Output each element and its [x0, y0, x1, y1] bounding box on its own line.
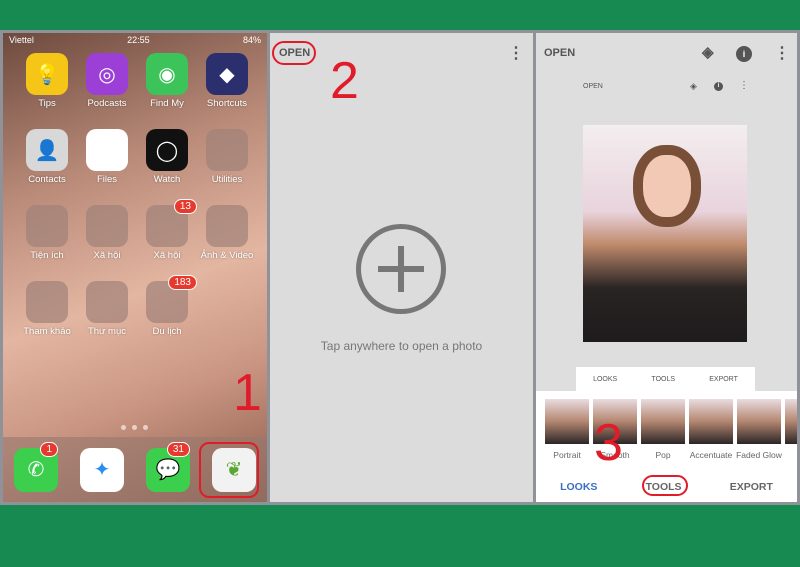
app-label: Podcasts: [87, 98, 127, 109]
app-icon[interactable]: Files: [77, 129, 137, 185]
tab-strip: LOOKS TOOLS EXPORT: [576, 367, 755, 391]
page-dots[interactable]: [121, 425, 148, 430]
find-my-icon: ◉: [146, 53, 188, 95]
app-icon[interactable]: Tham khảo: [17, 281, 77, 337]
app-icon[interactable]: ◆ Shortcuts: [197, 53, 257, 109]
look-preview: [785, 399, 797, 444]
app-label: Xã hội: [93, 250, 121, 261]
step-number: 1: [233, 364, 262, 422]
contacts-icon: 👤: [26, 129, 68, 171]
app-icon[interactable]: Ảnh & Video: [197, 205, 257, 261]
app-icon[interactable]: Utilities: [197, 129, 257, 185]
dock-app[interactable]: 💬 31: [146, 441, 190, 492]
folder-icon: [86, 205, 128, 247]
app-label: Find My: [150, 98, 184, 109]
look-label: Pop: [655, 450, 671, 460]
app-icon[interactable]: ◎ Podcasts: [77, 53, 137, 109]
tab-export[interactable]: EXPORT: [709, 376, 738, 383]
app-icon[interactable]: 💡 Tips: [17, 53, 77, 109]
add-photo-icon[interactable]: [356, 224, 446, 314]
photo-preview: [583, 125, 747, 342]
look-thumbnail[interactable]: M: [785, 399, 797, 460]
look-thumbnail[interactable]: Portrait: [545, 399, 589, 460]
app-label: Tham khảo: [23, 326, 71, 337]
look-thumbnail[interactable]: Faded Glow: [736, 399, 782, 460]
highlight-ring: [642, 475, 688, 496]
app-label: Watch: [153, 174, 181, 185]
snapseed-editor: OPEN ◈ i ⋮ OPEN ◈ i ⋮ LOOKS TOOLS EXPORT…: [536, 33, 797, 502]
tab-tools[interactable]: TOOLS: [651, 376, 675, 383]
carrier: Viettel: [9, 35, 34, 45]
app-icon[interactable]: Xã hội: [77, 205, 137, 261]
app-icon[interactable]: ◉ Find My: [137, 53, 197, 109]
look-label: Portrait: [553, 450, 581, 460]
dock-app[interactable]: ✦: [80, 447, 124, 492]
open-hint: Tap anywhere to open a photo: [320, 339, 483, 353]
app-icon[interactable]: Thư mục: [77, 281, 137, 337]
app-label: Ảnh & Video: [200, 250, 254, 261]
step-number: 3: [594, 414, 623, 472]
nav-looks[interactable]: LOOKS: [560, 481, 597, 493]
dock-app[interactable]: ✆ 1: [14, 441, 58, 492]
app-label: Tiện ích: [30, 250, 64, 261]
info-icon-small: i: [714, 82, 723, 91]
app-label: Du lịch: [152, 326, 182, 337]
folder-icon: [26, 205, 68, 247]
app-label: Shortcuts: [206, 98, 248, 109]
app-icon[interactable]: 👤 Contacts: [17, 129, 77, 185]
app-label: Utilities: [211, 174, 243, 185]
look-preview: [689, 399, 733, 444]
folder-icon: [206, 205, 248, 247]
layers-icon[interactable]: ◈: [702, 43, 714, 61]
highlight-ring: [272, 41, 316, 65]
info-icon[interactable]: i: [736, 46, 752, 62]
app-label: Xã hội: [153, 250, 181, 261]
app-grid: 💡 Tips ◎ Podcasts ◉ Find My ◆ Shortcuts 👤 Contact…: [17, 53, 257, 337]
shortcuts-icon: ◆: [206, 53, 248, 95]
nav-export[interactable]: EXPORT: [730, 481, 773, 493]
step-number: 2: [330, 52, 359, 110]
battery: 84%: [242, 35, 261, 45]
app-icon[interactable]: Du lịch 183: [137, 275, 197, 337]
look-label: Faded Glow: [736, 450, 782, 460]
ios-home-screen: Viettel 22:55 84% 💡 Tips ◎ Podcasts ◉ Find My…: [3, 33, 267, 502]
podcasts-icon: ◎: [86, 53, 128, 95]
app-label: Contacts: [28, 174, 66, 185]
app-icon[interactable]: ◯ Watch: [137, 129, 197, 185]
app-icon[interactable]: Xã hội 13: [137, 199, 197, 261]
folder-icon: [206, 129, 248, 171]
open-small: OPEN: [583, 83, 603, 90]
notification-badge: 13: [173, 199, 197, 214]
look-thumbnail[interactable]: Pop: [641, 399, 685, 460]
app-label: Files: [96, 174, 118, 185]
app-icon[interactable]: Tiện ích: [17, 205, 77, 261]
clock: 22:55: [127, 35, 150, 45]
look-thumbnail[interactable]: Accentuate: [689, 399, 733, 460]
highlight-ring: [199, 442, 259, 498]
tab-looks[interactable]: LOOKS: [593, 376, 617, 383]
lightbulb-icon: 💡: [26, 53, 68, 95]
notification-badge: 183: [168, 275, 197, 290]
layers-icon-small: ◈: [690, 81, 697, 91]
snapseed-empty[interactable]: OPEN ⋮ 2 Tap anywhere to open a photo: [270, 33, 533, 502]
look-label: Accentuate: [689, 450, 733, 460]
app-label: Tips: [38, 98, 56, 109]
more-icon[interactable]: ⋮: [774, 43, 790, 63]
look-preview: [545, 399, 589, 444]
folder-icon: [86, 129, 128, 171]
notification-badge: 31: [166, 441, 190, 457]
folder-icon: [86, 281, 128, 323]
more-icon-small: ⋮: [739, 80, 749, 91]
folder-icon: [26, 281, 68, 323]
look-preview: [641, 399, 685, 444]
notification-badge: 1: [40, 441, 58, 457]
status-bar: Viettel 22:55 84%: [9, 35, 261, 49]
look-preview: [737, 399, 781, 444]
more-icon[interactable]: ⋮: [508, 43, 524, 63]
safari-icon: ✦: [80, 447, 124, 492]
app-label: Thư mục: [87, 326, 127, 337]
open-button[interactable]: OPEN: [544, 47, 575, 59]
watch-icon: ◯: [146, 129, 188, 171]
